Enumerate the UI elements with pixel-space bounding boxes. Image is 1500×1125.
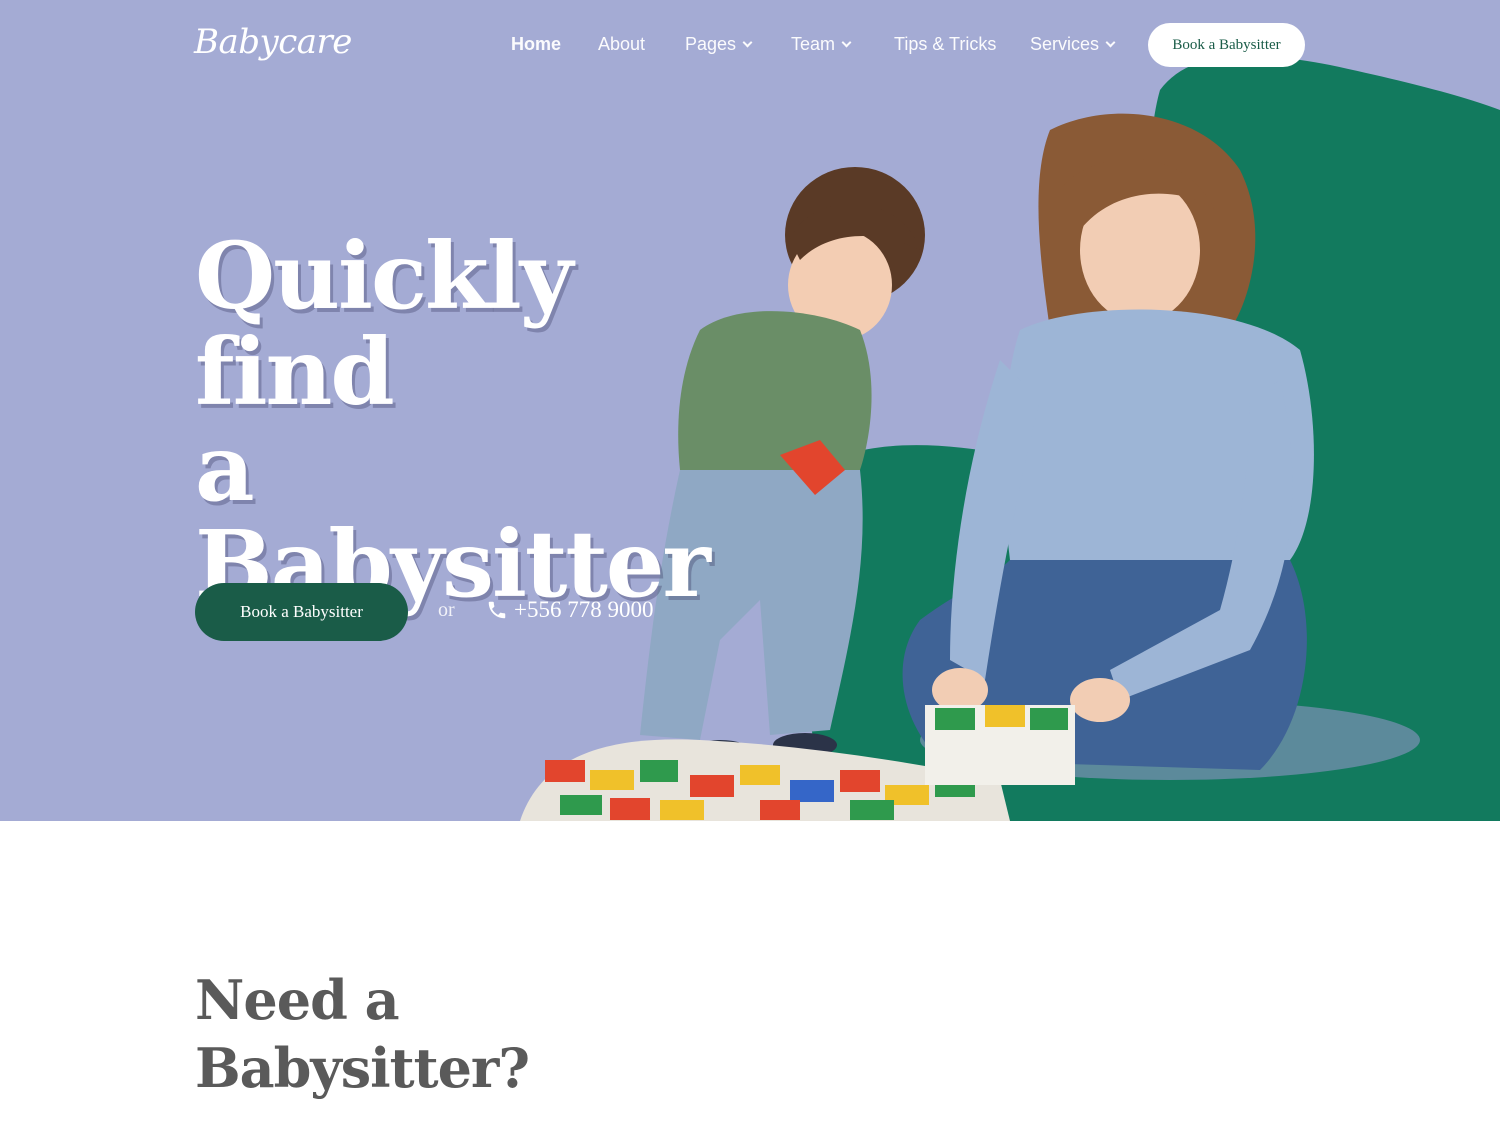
nav-item-label: Services (1030, 34, 1100, 54)
hero-title: Quickly find a Babysitter (195, 228, 715, 612)
section-title-line: Need a (195, 968, 400, 1032)
nav-item-label: Tips & Tricks (894, 34, 997, 54)
hero-title-line: a (195, 414, 255, 522)
hero-section: Babycare Home About Pages Team Tips & Tr… (0, 0, 1500, 821)
nav-book-babysitter-button[interactable]: Book a Babysitter (1148, 23, 1305, 67)
nav-item-label: Team (791, 34, 836, 54)
phone-link[interactable]: +556 778 9000 (486, 597, 653, 623)
nav-item-label: Pages (685, 34, 737, 54)
phone-number: +556 778 9000 (514, 597, 654, 622)
hero-title-line: Quickly find (195, 222, 573, 426)
section-title: Need a Babysitter? (195, 966, 595, 1102)
nav-item-pages[interactable]: Pages (685, 34, 753, 55)
hero-book-babysitter-button[interactable]: Book a Babysitter (195, 583, 408, 641)
nav-item-label: About (598, 34, 646, 54)
woman-figure (902, 113, 1314, 770)
nav-item-tips-tricks[interactable]: Tips & Tricks (894, 34, 996, 55)
nav-item-services[interactable]: Services (1030, 34, 1116, 55)
chevron-down-icon (1105, 37, 1116, 48)
section-title-line: Babysitter? (195, 1036, 530, 1100)
chevron-down-icon (841, 37, 852, 48)
nav-item-label: Home (511, 34, 562, 54)
nav-item-team[interactable]: Team (791, 34, 852, 55)
brand-logo[interactable]: Babycare (194, 22, 352, 62)
nav-item-home[interactable]: Home (511, 34, 561, 55)
or-separator: or (438, 599, 455, 621)
nav-item-about[interactable]: About (598, 34, 645, 55)
top-navigation: Babycare Home About Pages Team Tips & Tr… (0, 0, 1500, 90)
phone-icon (488, 601, 506, 619)
chevron-down-icon (742, 37, 753, 48)
